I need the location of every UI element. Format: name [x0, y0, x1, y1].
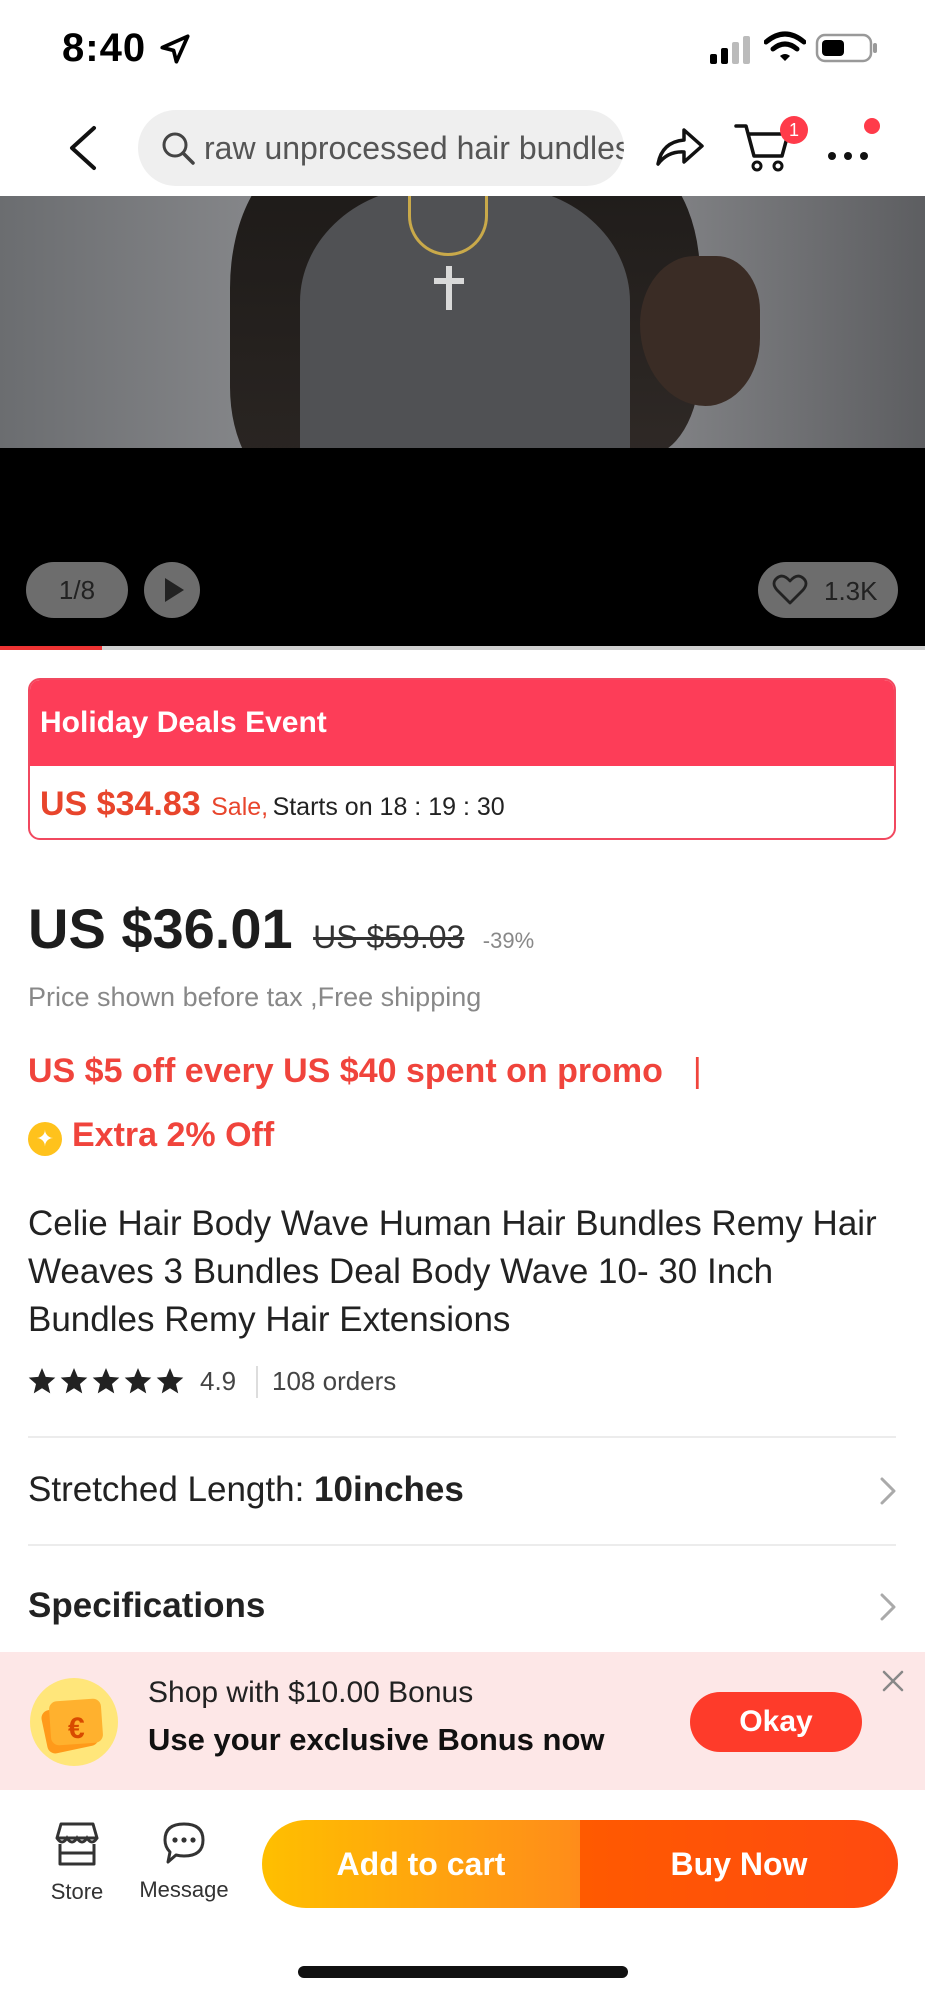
promo-text: US $5 off every US $40 spent on promo [28, 1052, 663, 1090]
bonus-line-2: Use your exclusive Bonus now [148, 1722, 605, 1757]
store-button[interactable]: Store [38, 1820, 116, 1910]
bonus-wallet-icon: € [30, 1678, 118, 1766]
length-selector-row[interactable]: Stretched Length: 10inches [0, 1440, 925, 1540]
play-icon [165, 578, 184, 602]
divider [28, 1544, 896, 1546]
product-photo [0, 196, 925, 448]
store-icon [55, 1822, 99, 1866]
product-title: Celie Hair Body Wave Human Hair Bundles … [28, 1204, 877, 1339]
svg-text:€: € [68, 1712, 85, 1745]
deal-title: Holiday Deals Event [30, 680, 894, 766]
original-price: US $59.03 [313, 919, 465, 955]
chevron-right-icon [880, 1477, 896, 1505]
message-button[interactable]: Message [134, 1820, 234, 1910]
deal-body: US $34.83 Sale, Starts on 18 : 19 : 30 [30, 766, 894, 838]
message-label: Message [139, 1877, 229, 1902]
rating-divider [256, 1366, 258, 1398]
close-icon[interactable] [880, 1668, 906, 1694]
bonus-line-1: Shop with $10.00 Bonus [148, 1676, 474, 1709]
promo-separator: | [692, 1052, 702, 1090]
length-value: 10inches [314, 1470, 464, 1509]
home-indicator[interactable] [298, 1966, 628, 1978]
rating-row[interactable]: 4.9 108 orders [28, 1362, 898, 1402]
buy-now-button[interactable]: Buy Now [580, 1820, 898, 1908]
heart-icon [772, 574, 808, 605]
star-rating [28, 1368, 184, 1394]
search-input[interactable]: raw unprocessed hair bundles [138, 110, 624, 186]
nav-bar: raw unprocessed hair bundles 1 [0, 100, 925, 196]
notification-dot [864, 118, 880, 134]
star-icon [60, 1368, 88, 1394]
extra-discount-text: Extra 2% Off [72, 1116, 275, 1154]
cart-count-badge: 1 [780, 116, 808, 144]
holiday-deal-card[interactable]: Holiday Deals Event US $34.83 Sale, Star… [28, 678, 896, 840]
bonus-banner: € Shop with $10.00 Bonus Use your exclus… [0, 1652, 925, 1790]
status-time: 8:40 [62, 26, 147, 70]
discount-percent: -39% [482, 928, 535, 953]
specifications-label: Specifications [28, 1586, 266, 1625]
star-icon [92, 1368, 120, 1394]
wishlist-count: 1.3K [824, 576, 878, 606]
product-media-gallery[interactable]: 1/8 1.3K [0, 196, 925, 646]
coin-icon: ✦ [28, 1122, 62, 1156]
message-icon [163, 1822, 205, 1864]
price-row: US $36.01 US $59.03 -39% [28, 896, 908, 966]
okay-button[interactable]: Okay [690, 1692, 862, 1752]
search-icon [162, 132, 195, 165]
wifi-icon [764, 31, 806, 61]
status-bar: 8:40 [0, 0, 925, 100]
rating-value: 4.9 [200, 1366, 237, 1396]
star-icon [156, 1368, 184, 1394]
chevron-right-icon [880, 1593, 896, 1621]
length-label-group: Stretched Length: 10inches [28, 1470, 464, 1510]
current-price: US $36.01 [28, 897, 293, 960]
tax-shipping-note: Price shown before tax ,Free shipping [28, 982, 482, 1012]
search-query-text: raw unprocessed hair bundles [204, 130, 624, 166]
length-label: Stretched Length: [28, 1470, 305, 1509]
deal-start-time: Starts on 18 : 19 : 30 [272, 793, 505, 821]
wishlist-button[interactable]: 1.3K [758, 562, 898, 618]
specifications-row[interactable]: Specifications [0, 1556, 925, 1656]
deal-price: US $34.83 [40, 785, 201, 823]
add-to-cart-button[interactable]: Add to cart [262, 1820, 580, 1908]
back-chevron-icon[interactable] [58, 120, 114, 176]
share-icon[interactable] [650, 118, 708, 176]
divider [28, 1436, 896, 1438]
store-label: Store [50, 1879, 104, 1904]
location-arrow-icon [160, 34, 190, 64]
image-pager: 1/8 [26, 562, 128, 618]
deal-sale-label: Sale, [211, 793, 269, 821]
purchase-buttons: Add to cart Buy Now [262, 1820, 898, 1908]
star-icon [28, 1368, 56, 1394]
play-video-button[interactable] [144, 562, 200, 618]
star-icon [124, 1368, 152, 1394]
battery-icon [815, 33, 877, 63]
order-count: 108 orders [272, 1366, 397, 1396]
gallery-progress-track [0, 646, 925, 650]
gallery-progress-fill [0, 646, 102, 650]
store-promo[interactable]: US $5 off every US $40 spent on promo | [28, 1052, 702, 1091]
cellular-signal-icon [710, 36, 750, 64]
